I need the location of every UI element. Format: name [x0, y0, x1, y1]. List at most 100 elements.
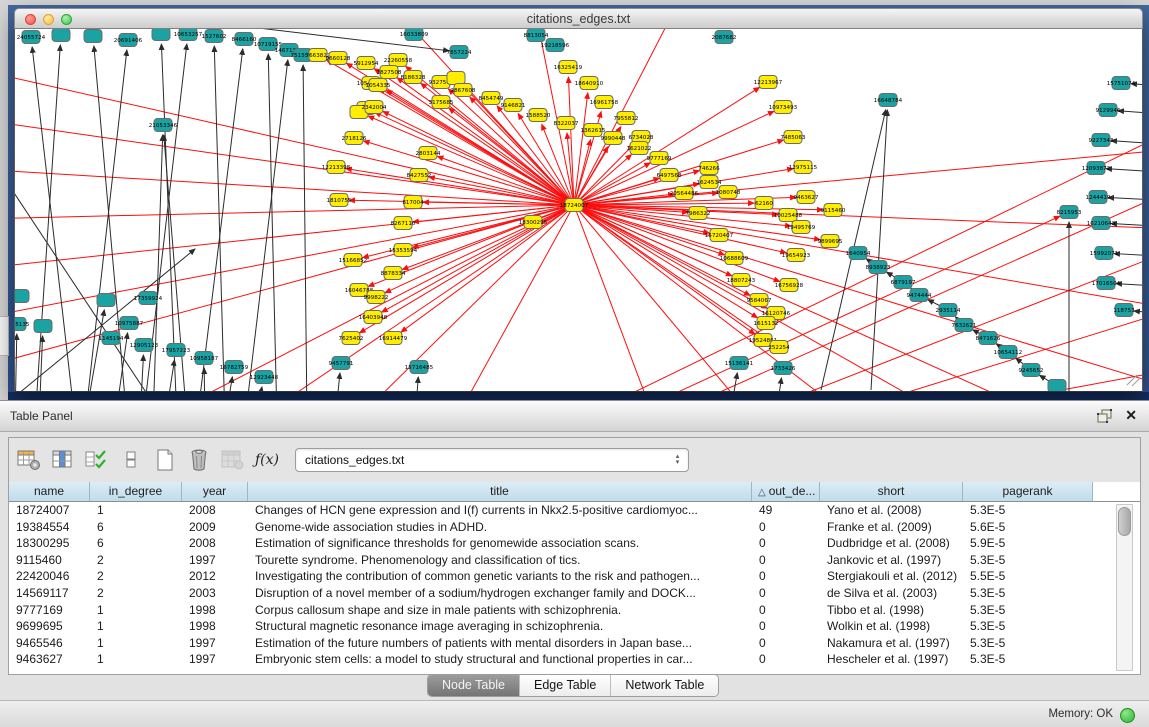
graph-node[interactable]: 10025488 [774, 209, 803, 222]
graph-edge[interactable] [15, 149, 165, 391]
graph-node[interactable]: 9245652 [1019, 364, 1044, 377]
graph-node[interactable]: 15716485 [405, 361, 434, 374]
graph-node[interactable]: 1640954 [846, 247, 871, 260]
graph-node[interactable]: 3175685 [429, 96, 454, 109]
graph-node[interactable]: 17016504 [1092, 277, 1121, 290]
graph-node[interactable] [34, 320, 52, 333]
table-row[interactable]: 1872400712008Changes of HCN gene express… [9, 502, 1140, 519]
network-graph-canvas[interactable]: 2405572420691406106532571527602846616010… [14, 29, 1143, 392]
graph-edge[interactable] [161, 44, 177, 391]
graph-node[interactable]: 15136141 [725, 357, 754, 370]
graph-node[interactable]: 62160 [755, 197, 773, 210]
graph-node[interactable]: 1054335 [366, 79, 391, 92]
graph-node[interactable]: 20691406 [114, 34, 143, 47]
graph-node[interactable]: 12905123 [130, 339, 159, 352]
graph-node[interactable] [84, 30, 102, 43]
graph-node[interactable]: 7955812 [614, 112, 639, 125]
graph-node[interactable]: 12923448 [250, 371, 279, 384]
graph-node[interactable]: 12975115 [789, 161, 818, 174]
rows-icon[interactable] [117, 446, 145, 474]
graph-edge[interactable] [32, 47, 75, 391]
graph-node[interactable]: 16756928 [775, 279, 804, 292]
graph-node[interactable]: 7986322 [686, 207, 711, 220]
graph-edge[interactable] [815, 309, 1142, 391]
graph-node[interactable]: 16648784 [874, 94, 903, 107]
graph-node[interactable]: 9474444 [907, 289, 932, 302]
graph-edge[interactable] [214, 46, 225, 391]
graph-node[interactable]: 16033809 [400, 29, 429, 41]
graph-node[interactable]: 2718126 [342, 132, 367, 145]
graph-node[interactable]: 9584067 [747, 294, 772, 307]
tab-edge-table[interactable]: Edge Table [519, 675, 610, 696]
tab-network-table[interactable]: Network Table [610, 675, 718, 696]
graph-node[interactable]: 16325419 [554, 61, 583, 74]
column-header-short[interactable]: short [820, 482, 963, 501]
graph-edge[interactable] [401, 205, 574, 332]
graph-node[interactable] [52, 29, 70, 42]
graph-edge[interactable] [303, 65, 307, 391]
graph-node[interactable]: 8186328 [401, 71, 426, 84]
graph-node[interactable]: 817004 [402, 196, 424, 209]
select-columns-icon[interactable] [83, 446, 111, 474]
graph-node[interactable]: 16403948 [359, 311, 388, 324]
graph-edge[interactable] [1108, 198, 1142, 201]
graph-node[interactable]: 15992071 [1090, 247, 1119, 260]
graph-node[interactable]: 252254 [768, 341, 790, 354]
column-header-pagerank[interactable]: pagerank [963, 482, 1093, 501]
graph-edge[interactable] [197, 49, 243, 391]
graph-node[interactable]: 5912954 [354, 57, 379, 70]
graph-edge[interactable] [574, 93, 588, 205]
column-header-year[interactable]: year [182, 482, 248, 501]
table-row[interactable]: 946554611997Estimation of the future num… [9, 635, 1140, 652]
graph-edge[interactable] [204, 368, 205, 391]
delete-column-icon[interactable] [185, 446, 213, 474]
graph-node[interactable]: 8322037 [554, 117, 579, 130]
graph-edge[interactable] [39, 336, 43, 391]
graph-node[interactable]: 16961758 [590, 96, 619, 109]
close-panel-icon[interactable]: ✕ [1125, 407, 1137, 424]
graph-node[interactable]: 6497568 [657, 169, 682, 182]
column-header-name[interactable]: name [9, 482, 90, 501]
graph-node[interactable]: 10958187 [190, 352, 219, 365]
graph-edge[interactable] [15, 205, 574, 219]
graph-edge[interactable] [15, 334, 17, 391]
graph-node[interactable]: 19218596 [541, 39, 570, 52]
graph-node[interactable]: 9129946 [1096, 104, 1121, 117]
graph-edge[interactable] [1118, 111, 1142, 115]
graph-node[interactable]: 8267110 [391, 217, 416, 230]
float-window-icon[interactable] [1097, 409, 1113, 424]
graph-node[interactable]: 118753 [1113, 304, 1135, 317]
graph-node[interactable]: 10653257 [174, 29, 203, 41]
show-columns-icon[interactable] [49, 446, 77, 474]
graph-node[interactable]: 9998222 [364, 291, 389, 304]
create-column-icon[interactable] [151, 446, 179, 474]
graph-edge[interactable] [15, 169, 574, 205]
graph-node[interactable]: 2803144 [416, 147, 441, 160]
table-row[interactable]: 1938455462009Genome-wide association stu… [9, 519, 1140, 536]
graph-node[interactable]: 9660128 [326, 52, 351, 65]
graph-node[interactable]: 16210643 [1087, 217, 1116, 230]
graph-node[interactable]: 12213967 [754, 76, 783, 89]
graph-node[interactable]: 12213398 [322, 161, 351, 174]
graph-node[interactable]: 1588520 [526, 109, 551, 122]
graph-node[interactable]: 10688609 [720, 252, 749, 265]
table-row[interactable]: 911546021997Tourette syndrome. Phenomeno… [9, 552, 1140, 569]
graph-edge[interactable] [335, 373, 340, 391]
graph-edge[interactable] [574, 140, 591, 205]
graph-node[interactable]: 8813054 [524, 29, 549, 42]
table-row[interactable]: 1830029562008Estimation of significance … [9, 535, 1140, 552]
graph-node[interactable]: 8938923 [866, 261, 891, 274]
graph-node[interactable]: 18640910 [575, 77, 604, 90]
graph-node[interactable] [1048, 380, 1066, 392]
graph-node[interactable]: 8215953 [1057, 206, 1082, 219]
graph-node[interactable]: 9115460 [821, 204, 846, 217]
table-vertical-scrollbar[interactable] [1116, 504, 1133, 671]
graph-edge[interactable] [574, 205, 1055, 391]
network-window-titlebar[interactable]: citations_edges.txt [14, 8, 1143, 29]
graph-node[interactable]: 8427552 [407, 169, 432, 182]
graph-edge[interactable] [574, 205, 1142, 389]
column-header-in-degree[interactable]: in_degree [90, 482, 182, 501]
graph-edge[interactable] [568, 77, 574, 205]
graph-node[interactable] [152, 29, 170, 41]
table-row[interactable]: 969969511998Structural magnetic resonanc… [9, 618, 1140, 635]
